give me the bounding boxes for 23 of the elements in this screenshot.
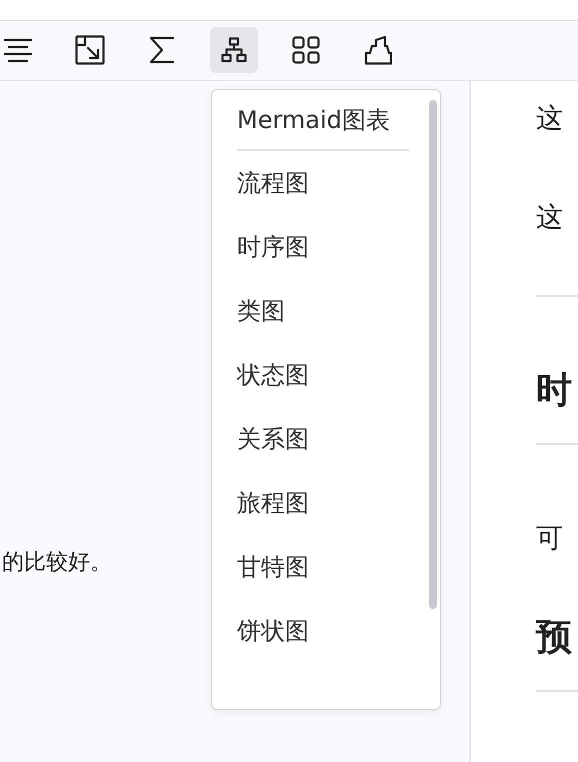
menu-item[interactable]: 流程图 bbox=[237, 165, 309, 201]
resize-icon bbox=[75, 35, 105, 66]
menu-item[interactable]: 饼状图 bbox=[237, 613, 309, 649]
editor-text: 的比较好。 bbox=[1, 551, 112, 576]
sigma-icon bbox=[149, 36, 175, 64]
preview-text: 这 bbox=[536, 105, 564, 132]
menu-item[interactable]: 关系图 bbox=[237, 421, 309, 457]
menu-item[interactable]: 甘特图 bbox=[237, 549, 309, 585]
menu-item[interactable]: 时序图 bbox=[237, 229, 309, 265]
preview-text: 可 bbox=[536, 525, 564, 552]
menu-item[interactable]: 类图 bbox=[237, 293, 285, 329]
preview-heading: 预 bbox=[536, 620, 573, 656]
highlighter-icon bbox=[364, 35, 392, 66]
align-center-icon bbox=[4, 37, 32, 64]
scrollbar-thumb[interactable] bbox=[429, 100, 437, 609]
preview-heading: 时 bbox=[536, 373, 573, 409]
menu-item[interactable]: 状态图 bbox=[237, 357, 309, 393]
grid-icon bbox=[292, 36, 320, 64]
menu-title: Mermaid图表 bbox=[237, 108, 390, 136]
menu-item[interactable]: 旅程图 bbox=[237, 485, 309, 521]
toolbar-button[interactable] bbox=[210, 27, 258, 74]
hierarchy-icon bbox=[221, 37, 247, 64]
preview-text: 这 bbox=[536, 204, 564, 231]
